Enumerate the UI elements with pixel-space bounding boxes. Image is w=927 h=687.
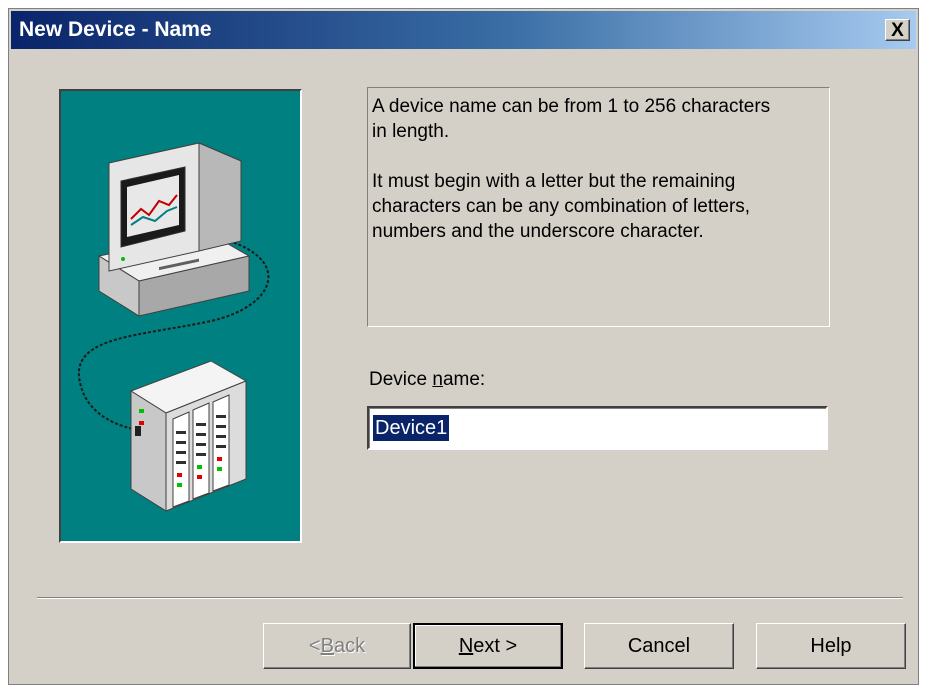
window-title: New Device - Name bbox=[19, 18, 212, 41]
title-bar[interactable]: New Device - Name X bbox=[11, 11, 916, 49]
next-button[interactable]: Next > bbox=[413, 623, 563, 669]
plc-rack-icon bbox=[129, 360, 248, 512]
computer-icon bbox=[97, 142, 251, 317]
new-device-dialog: New Device - Name X A device name can be… bbox=[8, 8, 919, 685]
wizard-illustration-svg bbox=[77, 142, 270, 512]
wizard-illustration bbox=[59, 89, 302, 543]
device-name-accelerator: n bbox=[432, 369, 443, 390]
close-button[interactable]: X bbox=[885, 19, 910, 41]
info-panel: A device name can be from 1 to 256 chara… bbox=[367, 87, 830, 327]
info-paragraph-length: A device name can be from 1 to 256 chara… bbox=[372, 96, 771, 142]
device-name-label: Device name: bbox=[369, 369, 486, 390]
info-paragraph-rules: It must begin with a letter but the rema… bbox=[372, 171, 751, 242]
help-button[interactable]: Help bbox=[756, 623, 906, 669]
cancel-button[interactable]: Cancel bbox=[584, 623, 734, 669]
separator bbox=[37, 597, 903, 599]
close-icon: X bbox=[891, 19, 904, 41]
device-name-value: Device1 bbox=[371, 414, 451, 442]
device-name-input[interactable]: Device1 bbox=[367, 406, 828, 450]
back-button[interactable]: < Back bbox=[263, 623, 411, 669]
